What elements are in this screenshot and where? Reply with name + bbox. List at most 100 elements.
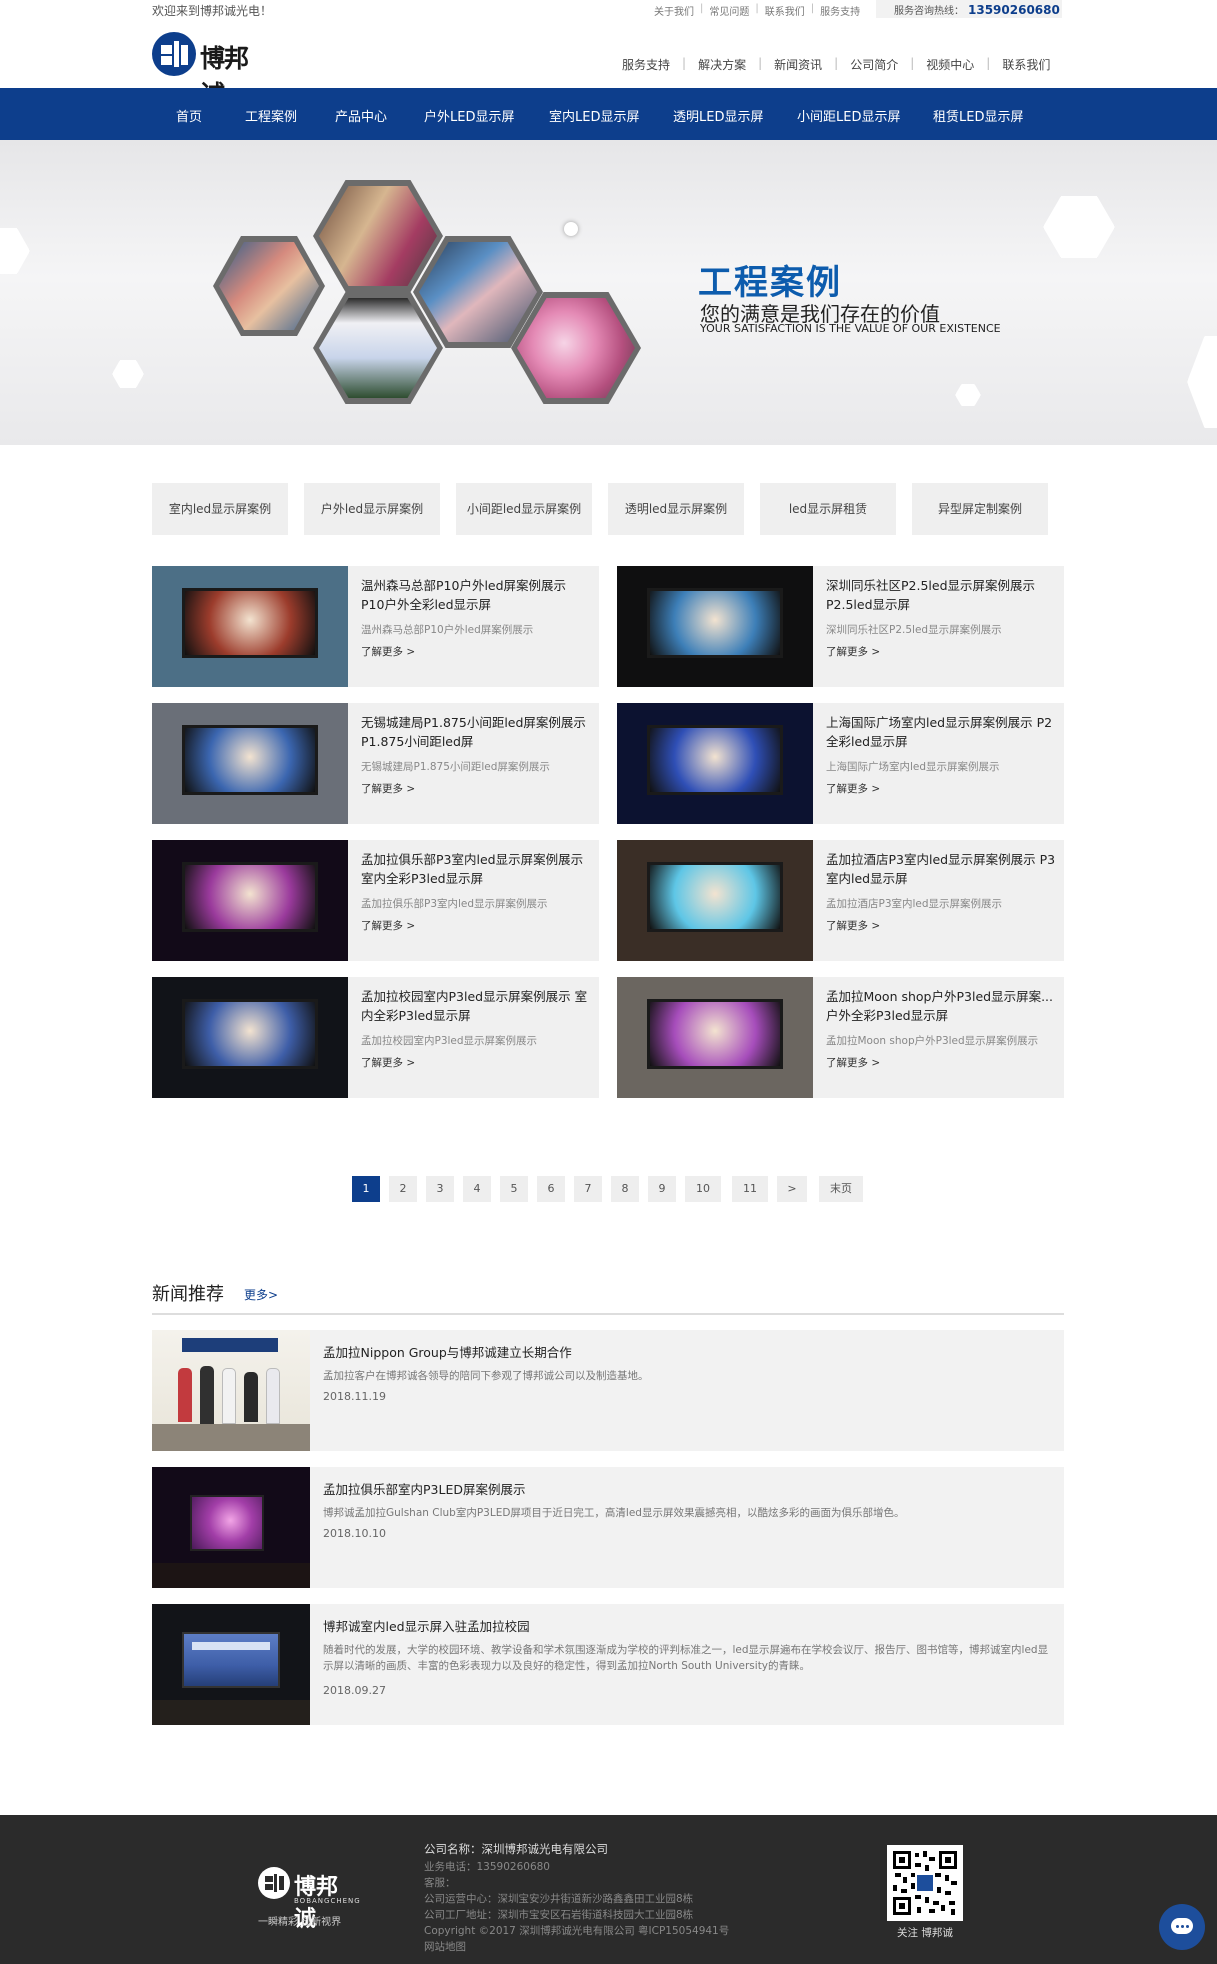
case-title[interactable]: 孟加拉酒店P3室内led显示屏案例展示 P3室内led显示屏 — [826, 850, 1056, 888]
page-current[interactable]: 1 — [352, 1176, 380, 1202]
tab-rental[interactable]: led显示屏租赁 — [760, 483, 896, 535]
header-link-news[interactable]: 新闻资讯 — [774, 56, 822, 73]
case-thumbnail[interactable] — [617, 566, 813, 687]
case-card[interactable]: 孟加拉Moon shop户外P3led显示屏案... 户外全彩P3led显示屏孟… — [617, 977, 1064, 1098]
case-more-link[interactable]: 了解更多 > — [361, 644, 415, 659]
case-title[interactable]: 无锡城建局P1.875小间距led屏案例展示 P1.875小间距led屏 — [361, 713, 591, 751]
case-card[interactable]: 上海国际广场室内led显示屏案例展示 P2全彩led显示屏上海国际广场室内led… — [617, 703, 1064, 824]
case-title[interactable]: 温州森马总部P10户外led屏案例展示 P10户外全彩led显示屏 — [361, 576, 591, 614]
case-more-link[interactable]: 了解更多 > — [361, 1055, 415, 1070]
page-link[interactable]: 10 — [685, 1176, 721, 1202]
page-link[interactable]: 11 — [732, 1176, 768, 1202]
case-more-link[interactable]: 了解更多 > — [826, 644, 880, 659]
case-title[interactable]: 孟加拉校园室内P3led显示屏案例展示 室内全彩P3led显示屏 — [361, 987, 591, 1025]
news-item[interactable]: 孟加拉俱乐部室内P3LED屏案例展示 博邦诚孟加拉Gulshan Club室内P… — [152, 1467, 1064, 1588]
chat-icon[interactable] — [1159, 1904, 1205, 1950]
page-link[interactable]: 4 — [463, 1176, 491, 1202]
case-title[interactable]: 上海国际广场室内led显示屏案例展示 P2全彩led显示屏 — [826, 713, 1056, 751]
footer-sitemap-link[interactable]: 网站地图 — [424, 1941, 466, 1953]
case-card[interactable]: 深圳同乐社区P2.5led显示屏案例展示 P2.5led显示屏深圳同乐社区P2.… — [617, 566, 1064, 687]
nav-item-transparent-led[interactable]: 透明LED显示屏 — [673, 106, 763, 125]
welcome-text: 欢迎来到博邦诚光电！ — [152, 4, 273, 18]
news-title[interactable]: 孟加拉俱乐部室内P3LED屏案例展示 — [323, 1479, 525, 1498]
nav-item-outdoor-led[interactable]: 户外LED显示屏 — [424, 106, 514, 125]
case-desc: 上海国际广场室内led显示屏案例展示 — [826, 761, 1000, 773]
case-desc: 深圳同乐社区P2.5led显示屏案例展示 — [826, 624, 1002, 636]
case-thumbnail[interactable] — [152, 840, 348, 961]
top-link-contact[interactable]: 联系我们 — [765, 3, 805, 18]
nav-item-home[interactable]: 首页 — [176, 106, 202, 125]
footer-info: 公司名称：深圳博邦诚光电有限公司 业务电话：13590260680 客服： 公司… — [424, 1841, 729, 1955]
nav-item-cases[interactable]: 工程案例 — [245, 106, 297, 125]
nav-item-indoor-led[interactable]: 室内LED显示屏 — [549, 106, 639, 125]
case-card[interactable]: 无锡城建局P1.875小间距led屏案例展示 P1.875小间距led屏 无锡城建… — [152, 703, 599, 824]
case-title[interactable]: 深圳同乐社区P2.5led显示屏案例展示 P2.5led显示屏 — [826, 576, 1056, 614]
news-desc: 随着时代的发展，大学的校园环境、教学设备和学术氛围逐渐成为学校的评判标准之一，l… — [323, 1644, 1049, 1672]
page-link[interactable]: 6 — [537, 1176, 565, 1202]
news-date: 2018.10.10 — [323, 1527, 386, 1540]
case-card[interactable]: 孟加拉校园室内P3led显示屏案例展示 室内全彩P3led显示屏 孟加拉校园室内P… — [152, 977, 599, 1098]
header-link-solutions[interactable]: 解决方案 — [698, 56, 746, 73]
nav-item-fine-pitch-led[interactable]: 小间距LED显示屏 — [797, 106, 900, 125]
footer-factory-address: 公司工厂地址：深圳市宝安区石岩街道科技园大工业园8栋 — [424, 1909, 694, 1921]
case-thumbnail[interactable] — [617, 977, 813, 1098]
tab-indoor-cases[interactable]: 室内led显示屏案例 — [152, 483, 288, 535]
case-more-link[interactable]: 了解更多 > — [826, 781, 880, 796]
footer-logo[interactable]: 博邦诚 BOBANGCHENG 一瞬精彩 创新视界 — [258, 1867, 361, 1937]
page-link[interactable]: 2 — [389, 1176, 417, 1202]
case-title[interactable]: 孟加拉俱乐部P3室内led显示屏案例展示 室内全彩P3led显示屏 — [361, 850, 591, 888]
case-thumbnail[interactable] — [152, 703, 348, 824]
header-link-support[interactable]: 服务支持 — [622, 56, 670, 73]
top-link-about[interactable]: 关于我们 — [654, 3, 694, 18]
nav-item-products[interactable]: 产品中心 — [335, 106, 387, 125]
site-logo[interactable]: 博邦诚 — [152, 32, 262, 109]
tab-outdoor-cases[interactable]: 户外led显示屏案例 — [304, 483, 440, 535]
top-link-support[interactable]: 服务支持 — [820, 3, 860, 18]
case-more-link[interactable]: 了解更多 > — [361, 781, 415, 796]
page-link[interactable]: 7 — [574, 1176, 602, 1202]
page-link[interactable]: 3 — [426, 1176, 454, 1202]
tab-custom-shape-cases[interactable]: 异型屏定制案例 — [912, 483, 1048, 535]
case-thumbnail[interactable] — [617, 840, 813, 961]
case-more-link[interactable]: 了解更多 > — [361, 918, 415, 933]
case-card[interactable]: 温州森马总部P10户外led屏案例展示 P10户外全彩led显示屏 温州森马总部P… — [152, 566, 599, 687]
news-thumbnail[interactable] — [152, 1604, 310, 1725]
news-title[interactable]: 博邦诚室内led显示屏入驻孟加拉校园 — [323, 1616, 530, 1635]
divider: | — [755, 3, 759, 14]
nav-item-rental-led[interactable]: 租赁LED显示屏 — [933, 106, 1023, 125]
news-more-link[interactable]: 更多> — [244, 1286, 278, 1303]
case-card[interactable]: 孟加拉俱乐部P3室内led显示屏案例展示 室内全彩P3led显示屏 孟加拉俱乐部P… — [152, 840, 599, 961]
top-link-faq[interactable]: 常见问题 — [709, 3, 749, 18]
header-links: 服务支持 | 解决方案 | 新闻资讯 | 公司简介 | 视频中心 | 联系我们 — [622, 56, 1050, 73]
news-title[interactable]: 孟加拉Nippon Group与博邦诚建立长期合作 — [323, 1342, 572, 1361]
news-item[interactable]: 博邦诚室内led显示屏入驻孟加拉校园 随着时代的发展，大学的校园环境、教学设备和… — [152, 1604, 1064, 1725]
case-thumbnail[interactable] — [152, 566, 348, 687]
tab-fine-pitch-cases[interactable]: 小间距led显示屏案例 — [456, 483, 592, 535]
hotline-number[interactable]: 13590260680 — [968, 3, 1060, 17]
case-thumbnail[interactable] — [152, 977, 348, 1098]
page-next[interactable]: > — [777, 1176, 807, 1202]
case-thumbnail[interactable] — [617, 703, 813, 824]
header-link-contact[interactable]: 联系我们 — [1002, 56, 1050, 73]
case-card[interactable]: 孟加拉酒店P3室内led显示屏案例展示 P3室内led显示屏 孟加拉酒店P3室内l… — [617, 840, 1064, 961]
news-item[interactable]: 孟加拉Nippon Group与博邦诚建立长期合作 孟加拉客户在博邦诚各领导的陪… — [152, 1330, 1064, 1451]
news-heading: 新闻推荐 — [152, 1284, 224, 1305]
news-thumbnail[interactable] — [152, 1467, 310, 1588]
footer-logo-en: BOBANGCHENG — [294, 1897, 361, 1905]
led-screen-image — [647, 862, 783, 932]
news-divider — [152, 1313, 1064, 1315]
page-link[interactable]: 9 — [648, 1176, 676, 1202]
page-link[interactable]: 8 — [611, 1176, 639, 1202]
header-link-about[interactable]: 公司简介 — [850, 56, 898, 73]
page-link[interactable]: 5 — [500, 1176, 528, 1202]
led-screen-image — [647, 588, 783, 658]
footer-logo-icon — [258, 1867, 290, 1899]
case-more-link[interactable]: 了解更多 > — [826, 1055, 880, 1070]
case-title[interactable]: 孟加拉Moon shop户外P3led显示屏案... 户外全彩P3led显示屏 — [826, 987, 1056, 1025]
hex-decoration — [112, 360, 144, 388]
news-thumbnail[interactable] — [152, 1330, 310, 1451]
case-more-link[interactable]: 了解更多 > — [826, 918, 880, 933]
header-link-video[interactable]: 视频中心 — [926, 56, 974, 73]
tab-transparent-cases[interactable]: 透明led显示屏案例 — [608, 483, 744, 535]
page-last[interactable]: 末页 — [819, 1176, 863, 1202]
